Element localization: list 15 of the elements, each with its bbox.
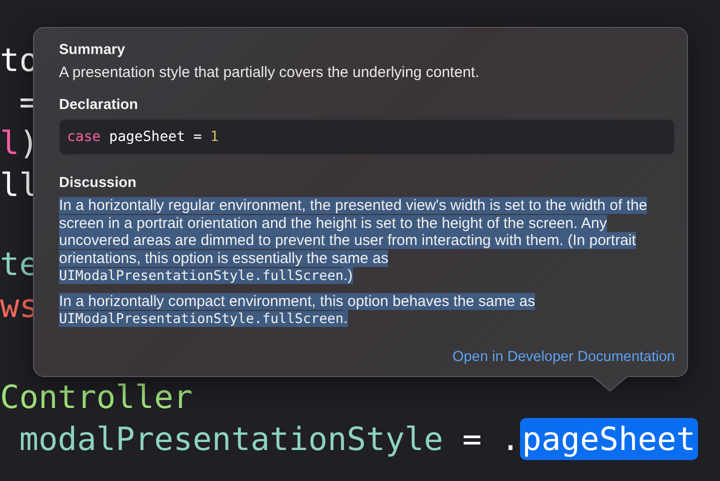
code-text: ll <box>0 166 39 204</box>
code-text: Controller <box>0 378 193 416</box>
section-heading: Declaration <box>59 97 139 113</box>
declaration-code: case pageSheet = 1 <box>59 119 675 155</box>
code-text: ) <box>19 124 39 162</box>
code-text: = . <box>461 420 520 458</box>
section-heading: Summary <box>59 42 126 58</box>
discussion-paragraph: In a horizontally compact environment, this option behaves the same as UIModalPresentationStyle.fullScreen. <box>59 292 536 328</box>
selected-code-token: pageSheet <box>520 418 698 460</box>
summary-text: A presentation style that partially covers the underlying content. <box>59 64 480 81</box>
discussion-paragraph: In a horizontally regular environment, the presented view's width is set to the width of the screen in a portrait orientation and the height is set to the height of the screen. Any uncovered areas are dimmed to prevent the user from interacting with them. (In portrait orientations, this option is essentially the same as UIModalPresentationStyle.fullScreen.) <box>59 197 648 286</box>
code-text: modalPresentationStyle <box>18 420 444 458</box>
code-text: l <box>0 124 20 162</box>
section-heading: Discussion <box>59 175 138 191</box>
documentation-link[interactable]: Open in Developer Documentation <box>452 348 675 364</box>
